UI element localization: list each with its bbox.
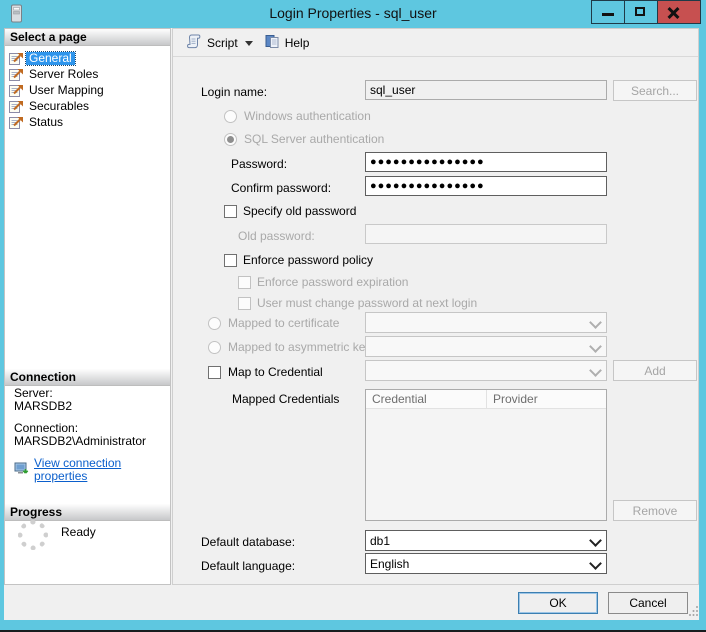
map-credential-label: Map to Credential — [228, 365, 323, 379]
login-properties-window: Login Properties - sql_user Select a pag… — [0, 0, 706, 632]
page-icon — [9, 68, 26, 81]
progress-status-text: Ready — [61, 525, 96, 550]
minimize-icon — [602, 13, 614, 16]
progress-spinner-icon — [18, 520, 48, 550]
minimize-button[interactable] — [591, 0, 625, 24]
sidebar-item-status[interactable]: Status — [9, 115, 168, 130]
chevron-down-icon — [589, 364, 602, 377]
default-database-combobox[interactable]: db1 — [365, 530, 607, 551]
view-connection-properties-link[interactable]: View connection properties — [34, 457, 166, 483]
default-database-label: Default database: — [201, 535, 295, 549]
help-button[interactable]: Help — [259, 32, 315, 54]
connection-info: Server: MARSDB2 Connection: MARSDB2\Admi… — [14, 387, 166, 483]
credentials-table-header: Credential Provider — [366, 390, 606, 409]
progress-header: Progress — [5, 504, 170, 521]
connection-header: Connection — [5, 369, 170, 386]
ok-button[interactable]: OK — [518, 592, 598, 614]
script-dropdown-caret-icon[interactable] — [245, 41, 253, 46]
script-button-label: Script — [207, 36, 238, 50]
chevron-down-icon — [589, 340, 602, 353]
default-language-label: Default language: — [201, 559, 295, 573]
page-icon — [9, 52, 26, 65]
credential-combobox[interactable] — [365, 360, 607, 381]
sidebar: Select a page General Server Roles User … — [4, 28, 171, 585]
specify-old-password-label: Specify old password — [243, 204, 356, 218]
page-icon — [9, 100, 26, 113]
specify-old-password-checkbox[interactable] — [224, 205, 237, 218]
login-name-input[interactable] — [365, 80, 607, 100]
chevron-down-icon — [589, 557, 602, 570]
enforce-policy-checkbox[interactable] — [224, 254, 237, 267]
asymmetric-key-combobox[interactable] — [365, 336, 607, 357]
add-button[interactable]: Add — [613, 360, 697, 381]
old-password-label: Old password: — [238, 229, 315, 243]
windows-auth-radio[interactable] — [224, 110, 237, 123]
default-language-value: English — [370, 557, 409, 571]
general-page-panel: Script Help — [172, 28, 699, 585]
enforce-expiration-checkbox[interactable] — [238, 276, 251, 289]
sidebar-item-securables[interactable]: Securables — [9, 99, 168, 114]
cancel-button[interactable]: Cancel — [608, 592, 688, 614]
enforce-policy-label: Enforce password policy — [243, 253, 373, 267]
search-button[interactable]: Search... — [613, 80, 697, 101]
help-button-label: Help — [285, 36, 310, 50]
sql-auth-label: SQL Server authentication — [244, 132, 384, 146]
password-label: Password: — [231, 157, 287, 171]
confirm-password-label: Confirm password: — [231, 181, 331, 195]
enforce-expiration-label: Enforce password expiration — [257, 275, 408, 289]
old-password-input[interactable] — [365, 224, 607, 244]
close-button[interactable] — [657, 0, 701, 24]
sidebar-item-label: General — [26, 52, 75, 65]
column-header-provider[interactable]: Provider — [487, 390, 606, 409]
password-input[interactable] — [365, 152, 607, 172]
server-value: MARSDB2 — [14, 400, 166, 413]
help-icon — [264, 34, 280, 52]
must-change-password-label: User must change password at next login — [257, 296, 477, 310]
credentials-table[interactable]: Credential Provider — [365, 389, 607, 521]
default-database-value: db1 — [370, 534, 390, 548]
toolbar: Script Help — [173, 29, 698, 57]
connection-properties-icon — [14, 462, 29, 479]
progress-status: Ready — [18, 520, 96, 550]
page-icon — [9, 116, 26, 129]
sidebar-item-label: User Mapping — [26, 84, 107, 97]
sidebar-item-label: Server Roles — [26, 68, 101, 81]
column-header-credential[interactable]: Credential — [366, 390, 487, 409]
confirm-password-input[interactable] — [365, 176, 607, 196]
mapped-asymmetric-label: Mapped to asymmetric key — [228, 340, 371, 354]
default-language-combobox[interactable]: English — [365, 553, 607, 574]
must-change-password-checkbox[interactable] — [238, 297, 251, 310]
login-name-label: Login name: — [201, 85, 267, 99]
sidebar-item-label: Status — [26, 116, 66, 129]
select-a-page-header: Select a page — [5, 29, 170, 46]
script-icon — [185, 34, 202, 52]
page-icon — [9, 84, 26, 97]
maximize-icon — [635, 7, 645, 16]
mapped-credentials-label: Mapped Credentials — [232, 392, 339, 406]
connection-value: MARSDB2\Administrator — [14, 435, 166, 448]
sidebar-item-general[interactable]: General — [9, 51, 168, 66]
page-list: General Server Roles User Mapping Secura… — [9, 51, 168, 131]
map-credential-checkbox[interactable] — [208, 366, 221, 379]
windows-auth-label: Windows authentication — [244, 109, 371, 123]
remove-button[interactable]: Remove — [613, 500, 697, 521]
maximize-button[interactable] — [624, 0, 658, 24]
script-button[interactable]: Script — [180, 32, 243, 54]
chevron-down-icon — [589, 316, 602, 329]
dialog-client-area: Select a page General Server Roles User … — [4, 28, 699, 620]
mapped-asymmetric-radio[interactable] — [208, 341, 221, 354]
titlebar: Login Properties - sql_user — [0, 0, 706, 28]
chevron-down-icon — [589, 534, 602, 547]
certificate-combobox[interactable] — [365, 312, 607, 333]
sidebar-item-user-mapping[interactable]: User Mapping — [9, 83, 168, 98]
sidebar-item-label: Securables — [26, 100, 92, 113]
resize-grip[interactable] — [688, 605, 699, 619]
mapped-certificate-label: Mapped to certificate — [228, 316, 339, 330]
mapped-certificate-radio[interactable] — [208, 317, 221, 330]
sidebar-item-server-roles[interactable]: Server Roles — [9, 67, 168, 82]
sql-auth-radio[interactable] — [224, 133, 237, 146]
